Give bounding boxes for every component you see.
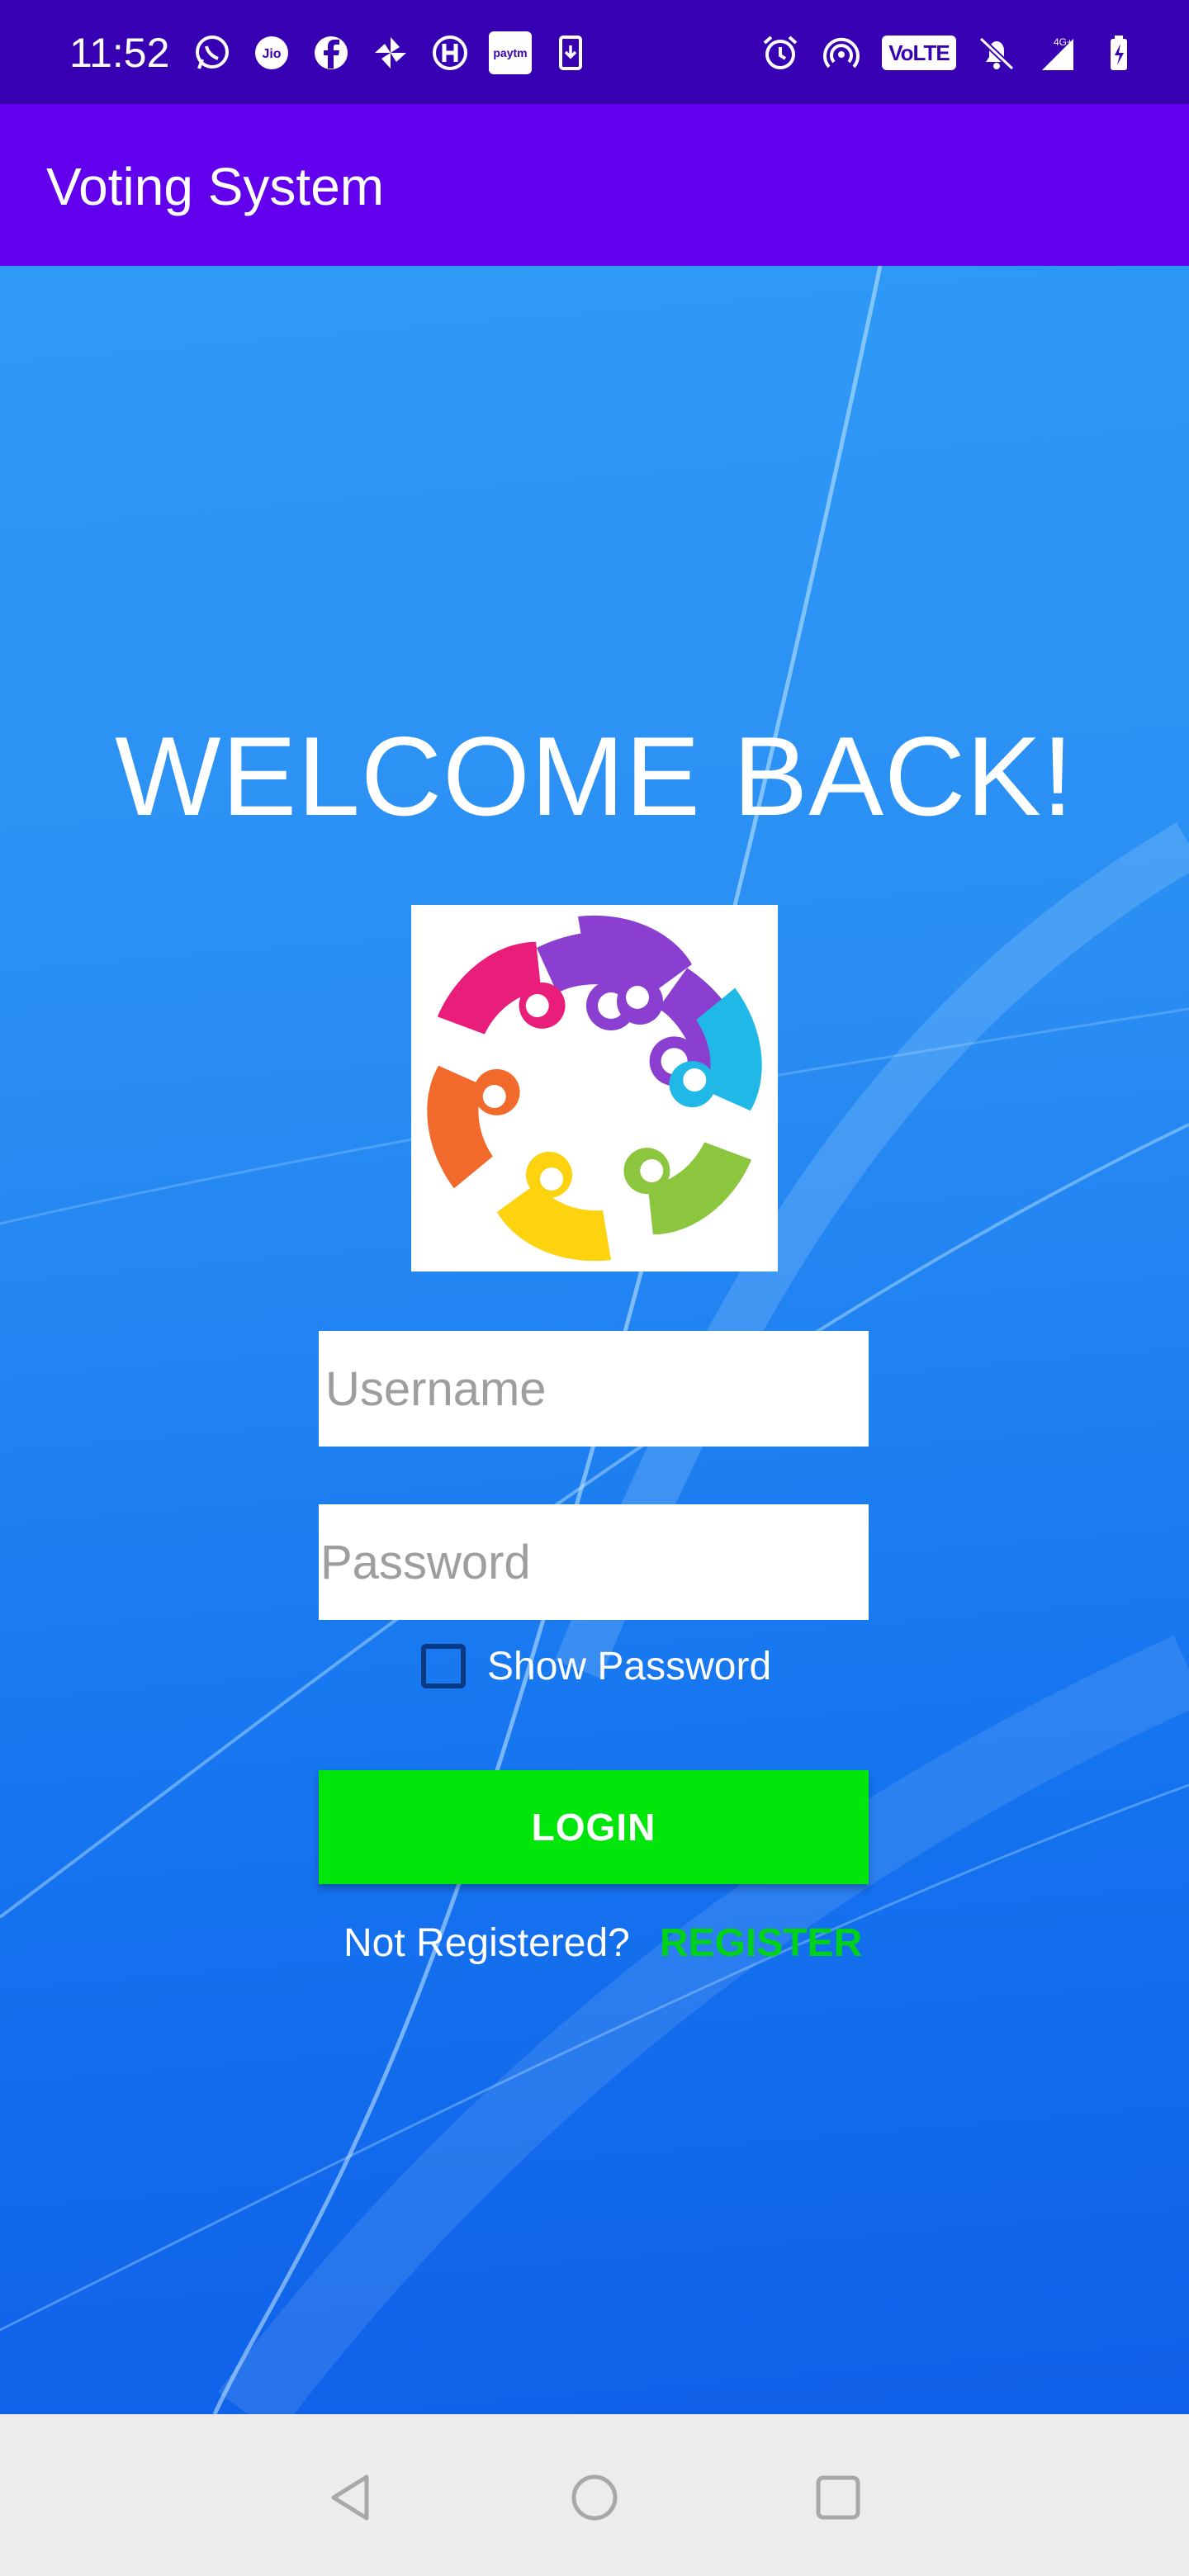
username-field[interactable] [319,1331,869,1447]
home-icon[interactable] [566,2469,623,2526]
network-type-label: 4G+ [1054,36,1073,48]
svg-text:Jio: Jio [262,47,281,61]
system-icons: VoLTE 4G+ [760,30,1139,76]
whatsapp-icon [192,32,233,73]
show-password-row[interactable]: Show Password [421,1640,771,1693]
app-bar: Voting System [0,104,1189,266]
register-row: Not Registered? REGISTER [343,1915,862,1970]
navigation-bar [0,2414,1189,2576]
recents-icon[interactable] [809,2469,867,2526]
notification-icons: Jio paytm [192,30,591,76]
volte-icon: VoLTE [882,36,956,70]
password-field[interactable] [319,1504,869,1620]
back-icon[interactable] [322,2469,380,2526]
show-password-checkbox[interactable] [421,1644,466,1688]
hotspot-icon [821,32,862,73]
alarm-icon [760,32,801,73]
pinwheel-icon [370,32,411,73]
signal-icon: 4G+ [1037,32,1078,73]
register-link[interactable]: REGISTER [660,1920,862,1966]
password-input[interactable] [320,1504,869,1620]
jio-icon: Jio [251,32,292,73]
download-icon [550,32,591,73]
hotstar-icon [429,32,471,73]
show-password-label: Show Password [487,1644,772,1688]
mute-icon [976,32,1017,73]
facebook-icon [310,32,352,73]
status-bar: 11:52 Jio paytm VoLTE 4G+ [0,0,1189,104]
community-logo [411,905,778,1271]
status-time: 11:52 [69,30,170,76]
login-button[interactable]: LOGIN [319,1770,869,1884]
paytm-icon: paytm [489,31,532,74]
battery-icon [1098,32,1139,73]
app-title: Voting System [46,157,385,216]
not-registered-text: Not Registered? [343,1920,630,1965]
welcome-heading: WELCOME BACK! [115,713,1074,839]
username-input[interactable] [325,1331,869,1447]
